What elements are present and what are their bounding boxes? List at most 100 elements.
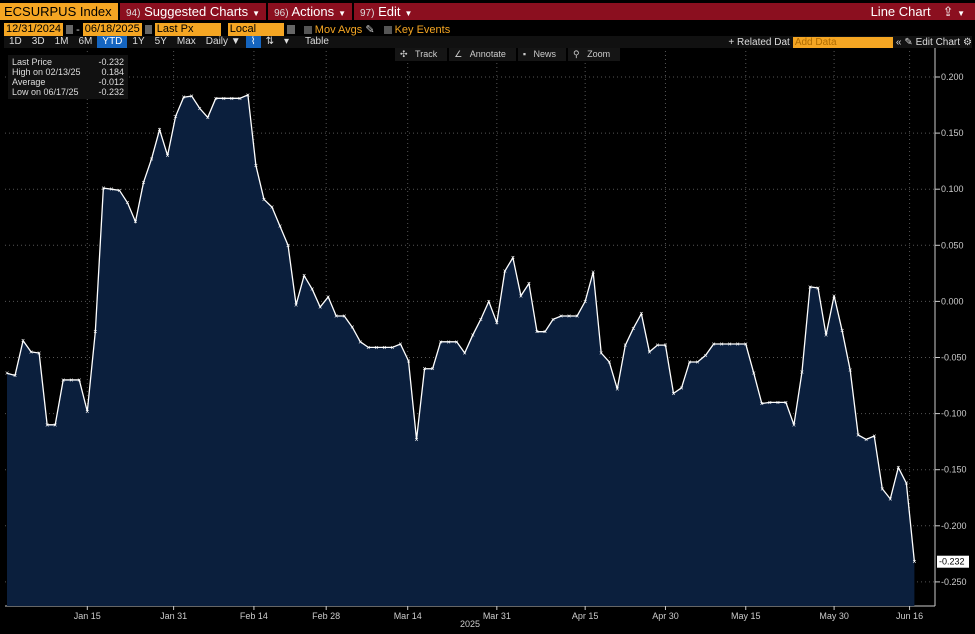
x-tick-label: Jun 16: [896, 611, 923, 621]
settings-gear-icon[interactable]: ⚙: [963, 37, 972, 48]
legend-low[interactable]: Low on 06/17/25 -0.232: [12, 87, 124, 97]
track-button[interactable]: ✣ Track: [395, 48, 448, 61]
data-point: ×: [286, 243, 290, 250]
edit-menu[interactable]: 97) Edit ▼: [352, 3, 418, 20]
legend-high[interactable]: High on 02/13/25 0.184: [12, 67, 124, 77]
line-chart-icon[interactable]: ⌇: [245, 36, 261, 48]
data-point: ×: [206, 115, 210, 122]
zoom-label: Zoom: [582, 48, 616, 60]
pencil-icon: ✎: [365, 24, 375, 36]
x-tick-label: May 30: [819, 611, 849, 621]
data-point: ×: [720, 342, 724, 349]
data-point: ×: [182, 95, 186, 102]
y-tick-label: -0.050: [941, 353, 967, 363]
chart-style-dropdown[interactable]: ▾: [279, 36, 294, 48]
period-max[interactable]: Max: [172, 36, 201, 48]
line-chart[interactable]: 0.2000.1500.1000.0500.000-0.050-0.100-0.…: [0, 0, 975, 634]
data-point: ×: [535, 329, 539, 336]
table-button[interactable]: Table: [300, 36, 334, 48]
period-5y[interactable]: 5Y: [150, 36, 172, 48]
menu-label: Suggested Charts: [144, 4, 249, 19]
period-1d[interactable]: 1D: [4, 36, 27, 48]
zoom-button[interactable]: ⚲ Zoom: [568, 48, 621, 61]
start-date-input[interactable]: 12/31/2024: [4, 23, 64, 36]
date-separator: -: [76, 23, 80, 36]
caret-down-icon: ▼: [338, 9, 346, 18]
data-point: ×: [37, 351, 41, 358]
annotate-button[interactable]: ∠ Annotate: [449, 48, 516, 61]
y-tick-label: -0.200: [941, 521, 967, 531]
data-point: ×: [792, 422, 796, 429]
end-date-input[interactable]: 06/18/2025: [82, 23, 142, 36]
chart-tools: ✣ Track ∠ Annotate ▪ News ⚲ Zoom: [395, 48, 621, 61]
data-point: ×: [728, 342, 732, 349]
period-toolbar: 1D 3D 1M 6M YTD 1Y 5Y Max Daily ▼ ⌇ ⇅ ▾ …: [4, 36, 972, 48]
data-point: ×: [190, 94, 194, 101]
mov-avgs-checkbox[interactable]: Mov Avgs ✎: [303, 23, 375, 36]
export-icon[interactable]: ⇪ ▼: [943, 4, 965, 20]
data-point: ×: [800, 370, 804, 377]
data-point: ×: [29, 349, 33, 356]
data-point: ×: [77, 377, 81, 384]
period-3d[interactable]: 3D: [27, 36, 50, 48]
data-point: ×: [174, 114, 178, 121]
data-point: ×: [487, 299, 491, 306]
period-6m[interactable]: 6M: [74, 36, 98, 48]
data-point: ×: [350, 325, 354, 332]
calendar-icon[interactable]: [66, 25, 74, 34]
ticker-field[interactable]: ECSURPUS Index: [0, 3, 118, 20]
period-1m[interactable]: 1M: [50, 36, 74, 48]
data-point: ×: [663, 343, 667, 350]
data-point: ×: [896, 465, 900, 472]
data-point: ×: [101, 186, 105, 193]
x-tick-label: Apr 30: [652, 611, 679, 621]
legend-value: -0.232: [98, 87, 124, 97]
data-point: ×: [519, 293, 523, 300]
y-tick-label: 0.150: [941, 128, 964, 138]
data-point: ×: [471, 333, 475, 340]
data-point: ×: [166, 153, 170, 160]
calendar-icon[interactable]: [144, 25, 152, 34]
actions-menu[interactable]: 96) Actions ▼: [266, 3, 352, 20]
data-point: ×: [824, 333, 828, 340]
edit-chart-button[interactable]: ✎ Edit Chart: [904, 37, 960, 48]
data-point: ×: [880, 486, 884, 493]
data-point: ×: [888, 496, 892, 503]
data-point: ×: [527, 281, 531, 288]
legend-last-price[interactable]: Last Price -0.232: [12, 57, 124, 67]
collapse-icon[interactable]: «: [896, 37, 902, 48]
news-label: News: [528, 48, 562, 60]
currency-select[interactable]: Local CCY: [227, 23, 284, 48]
menu-number: 96): [274, 8, 289, 19]
add-data-input[interactable]: Add Data: [792, 36, 893, 48]
data-point: ×: [447, 339, 451, 346]
data-point: ×: [655, 343, 659, 350]
field-select[interactable]: Last Px: [154, 23, 221, 36]
data-point: ×: [551, 317, 555, 324]
data-point: ×: [366, 345, 370, 352]
related-data-button[interactable]: + Related Dat: [728, 37, 789, 48]
period-ytd[interactable]: YTD: [97, 36, 128, 48]
menu-label: Edit: [378, 4, 401, 19]
data-point: ×: [856, 432, 860, 439]
legend-average[interactable]: Average -0.012: [12, 77, 124, 87]
data-point: ×: [599, 351, 603, 358]
data-point: ×: [840, 328, 844, 335]
suggested-charts-menu[interactable]: 94) Suggested Charts ▼: [118, 3, 266, 20]
legend-value: -0.012: [98, 77, 124, 87]
data-point: ×: [302, 273, 306, 280]
data-point: ×: [5, 371, 9, 378]
data-point: ×: [149, 156, 153, 163]
data-point: ×: [262, 197, 266, 204]
data-point: ×: [222, 96, 226, 103]
x-tick-label: May 15: [731, 611, 761, 621]
frequency-select[interactable]: Daily ▼: [201, 36, 246, 48]
key-events-checkbox[interactable]: Key Events: [383, 24, 450, 36]
bar-chart-icon[interactable]: ⇅: [261, 36, 279, 48]
legend-value: 0.184: [101, 67, 124, 77]
news-button[interactable]: ▪ News: [517, 48, 567, 61]
dropdown-icon[interactable]: [286, 25, 295, 34]
data-point: ×: [912, 559, 916, 566]
period-1y[interactable]: 1Y: [127, 36, 149, 48]
chart-type-label[interactable]: Line Chart: [871, 4, 931, 19]
